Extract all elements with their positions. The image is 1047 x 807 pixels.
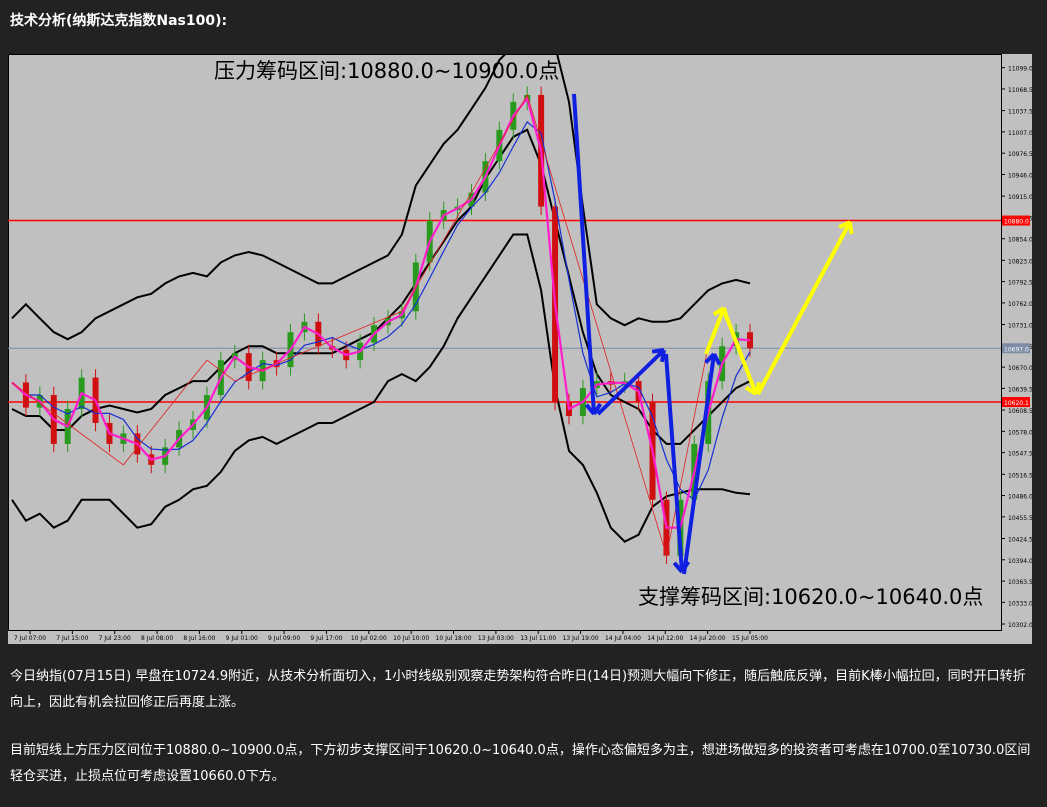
y-tick-label: 11037.5 xyxy=(1008,109,1032,116)
y-tick-label: 10915.0 xyxy=(1008,194,1032,201)
analysis-paragraph-2: 目前短线上方压力区间位于10880.0~10900.0点，下方初步支撑区间于10… xyxy=(10,743,1031,784)
x-tick-label: 14 Jul 04:00 xyxy=(605,635,641,642)
y-tick-label: 10731.0 xyxy=(1008,323,1032,330)
y-tick-label: 10424.5 xyxy=(1008,536,1032,543)
analysis-paragraph-1: 今日纳指(07月15日) 早盘在10724.9附近，从技术分析面切入，1小时线级… xyxy=(10,669,1026,710)
y-tick-label: 10363.5 xyxy=(1008,579,1032,586)
y-tick-label: 11068.5 xyxy=(1008,87,1032,94)
y-tick-label: 11007.0 xyxy=(1008,130,1032,137)
y-tick-label: 10854.0 xyxy=(1008,237,1032,244)
y-tick-label: 10823.0 xyxy=(1008,258,1032,265)
level-price-label: 10880.0 xyxy=(1004,219,1029,226)
y-tick-label: 10516.5 xyxy=(1008,472,1032,479)
y-tick-label: 10578.0 xyxy=(1008,429,1032,436)
price-chart: 11099.0 11068.5 11037.5 11007.0 10976.5 10946… xyxy=(8,54,1032,644)
plot-area xyxy=(8,54,1002,631)
x-tick-label: 13 Jul 11:00 xyxy=(520,635,556,642)
y-tick-label: 10333.0 xyxy=(1008,600,1032,607)
chart-svg: 11099.0 11068.5 11037.5 11007.0 10976.5 10946… xyxy=(8,54,1032,642)
x-tick-label: 7 Jul 23:00 xyxy=(99,635,131,642)
x-tick-label: 9 Jul 17:00 xyxy=(310,635,342,642)
y-tick-label: 10792.5 xyxy=(1008,280,1032,287)
level-price-label: 10697.0 xyxy=(1004,346,1029,353)
x-tick-label: 9 Jul 01:00 xyxy=(226,635,258,642)
y-tick-label: 10394.0 xyxy=(1008,558,1032,565)
y-tick-label: 10486.0 xyxy=(1008,494,1032,501)
x-tick-label: 10 Jul 02:00 xyxy=(351,635,387,642)
section-heading: 技术分析(纳斯达克指数Nas100): xyxy=(10,13,228,29)
x-tick-label: 7 Jul 15:00 xyxy=(56,635,88,642)
x-tick-label: 15 Jul 05:00 xyxy=(732,635,768,642)
x-tick-label: 10 Jul 10:00 xyxy=(393,635,429,642)
support-annotation: 支撑筹码区间:10620.0~10640.0点 xyxy=(638,585,983,609)
x-tick-label: 8 Jul 16:00 xyxy=(183,635,215,642)
x-tick-label: 14 Jul 20:00 xyxy=(690,635,726,642)
y-tick-label: 10302.0 xyxy=(1008,622,1032,629)
y-tick-label: 10547.5 xyxy=(1008,451,1032,458)
y-tick-label: 10608.5 xyxy=(1008,408,1032,415)
x-tick-label: 13 Jul 03:00 xyxy=(478,635,514,642)
y-tick-label: 10670.0 xyxy=(1008,365,1032,372)
y-tick-label: 10946.0 xyxy=(1008,172,1032,179)
level-price-label: 10620.1 xyxy=(1004,400,1029,407)
x-tick-label: 10 Jul 18:00 xyxy=(436,635,472,642)
x-tick-label: 9 Jul 09:00 xyxy=(268,635,300,642)
x-tick-label: 13 Jul 19:00 xyxy=(563,635,599,642)
y-tick-label: 11099.0 xyxy=(1008,66,1032,73)
x-tick-label: 8 Jul 08:00 xyxy=(141,635,173,642)
y-tick-label: 10639.5 xyxy=(1008,386,1032,393)
y-tick-label: 10455.5 xyxy=(1008,515,1032,522)
x-tick-label: 7 Jul 07:00 xyxy=(14,635,46,642)
y-tick-label: 10762.0 xyxy=(1008,301,1032,308)
x-tick-label: 14 Jul 12:00 xyxy=(647,635,683,642)
resistance-annotation: 压力筹码区间:10880.0~10900.0点 xyxy=(214,59,559,83)
y-tick-label: 10976.5 xyxy=(1008,151,1032,158)
